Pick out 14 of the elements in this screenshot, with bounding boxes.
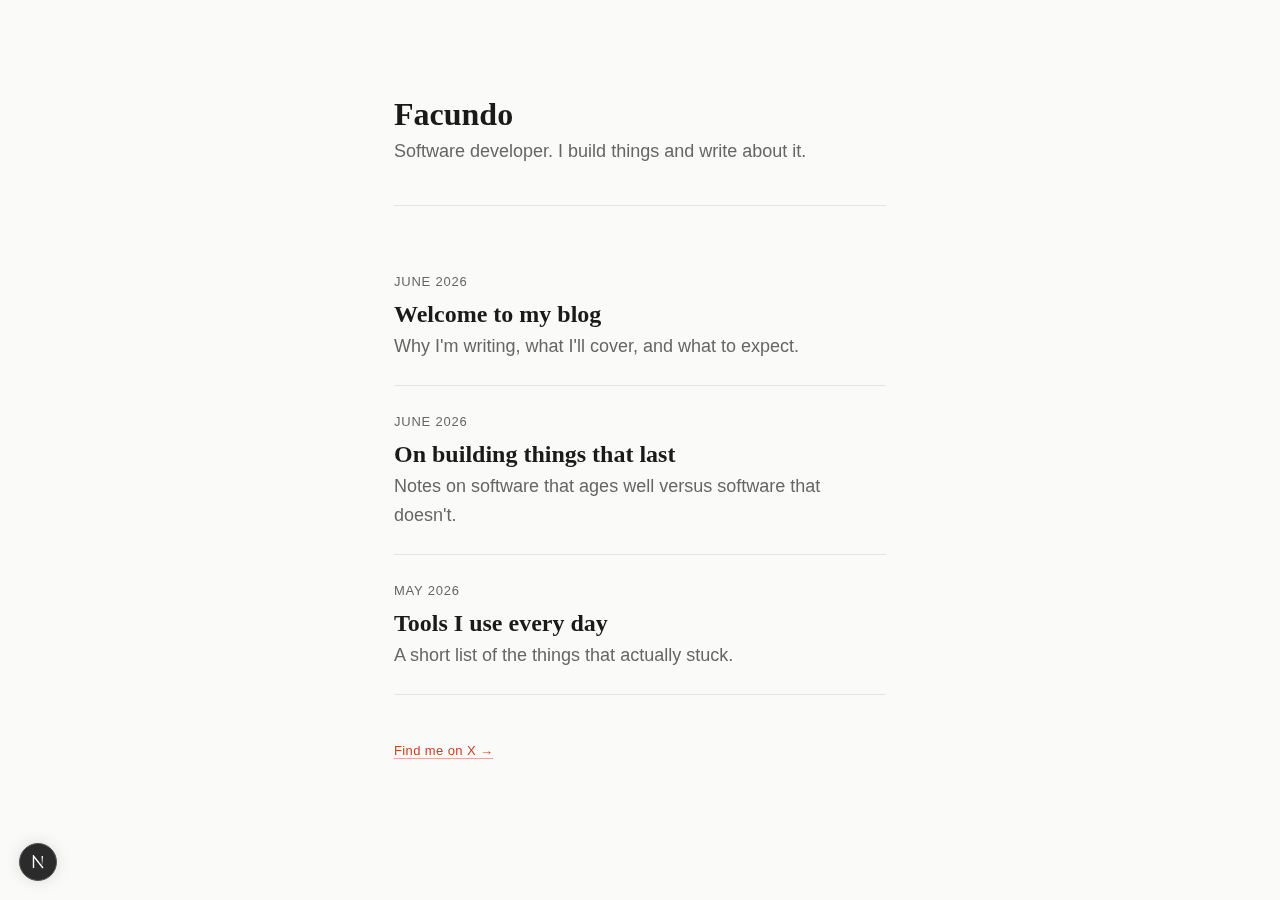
post-title-link[interactable]: Welcome to my blog: [394, 299, 602, 329]
post-excerpt: A short list of the things that actually stuck.: [394, 644, 734, 667]
dev-tools-button[interactable]: [19, 843, 57, 881]
logo-icon: [31, 855, 45, 869]
post-excerpt: Why I'm writing, what I'll cover, and what to expect.: [394, 335, 800, 358]
post-date: MAY 2026: [394, 582, 460, 600]
site-title: Facundo: [394, 95, 514, 134]
post-date: JUNE 2026: [394, 413, 468, 431]
post-title-link[interactable]: On building things that last: [394, 439, 676, 469]
social-link[interactable]: Find me on X →: [394, 741, 494, 761]
tagline: Software developer. I build things and write about it.: [394, 140, 807, 163]
post-title-link[interactable]: Tools I use every day: [394, 608, 608, 638]
post-excerpt: Notes on software that ages well versus software that doesn't.: [394, 475, 822, 527]
post-date: JUNE 2026: [394, 273, 468, 291]
